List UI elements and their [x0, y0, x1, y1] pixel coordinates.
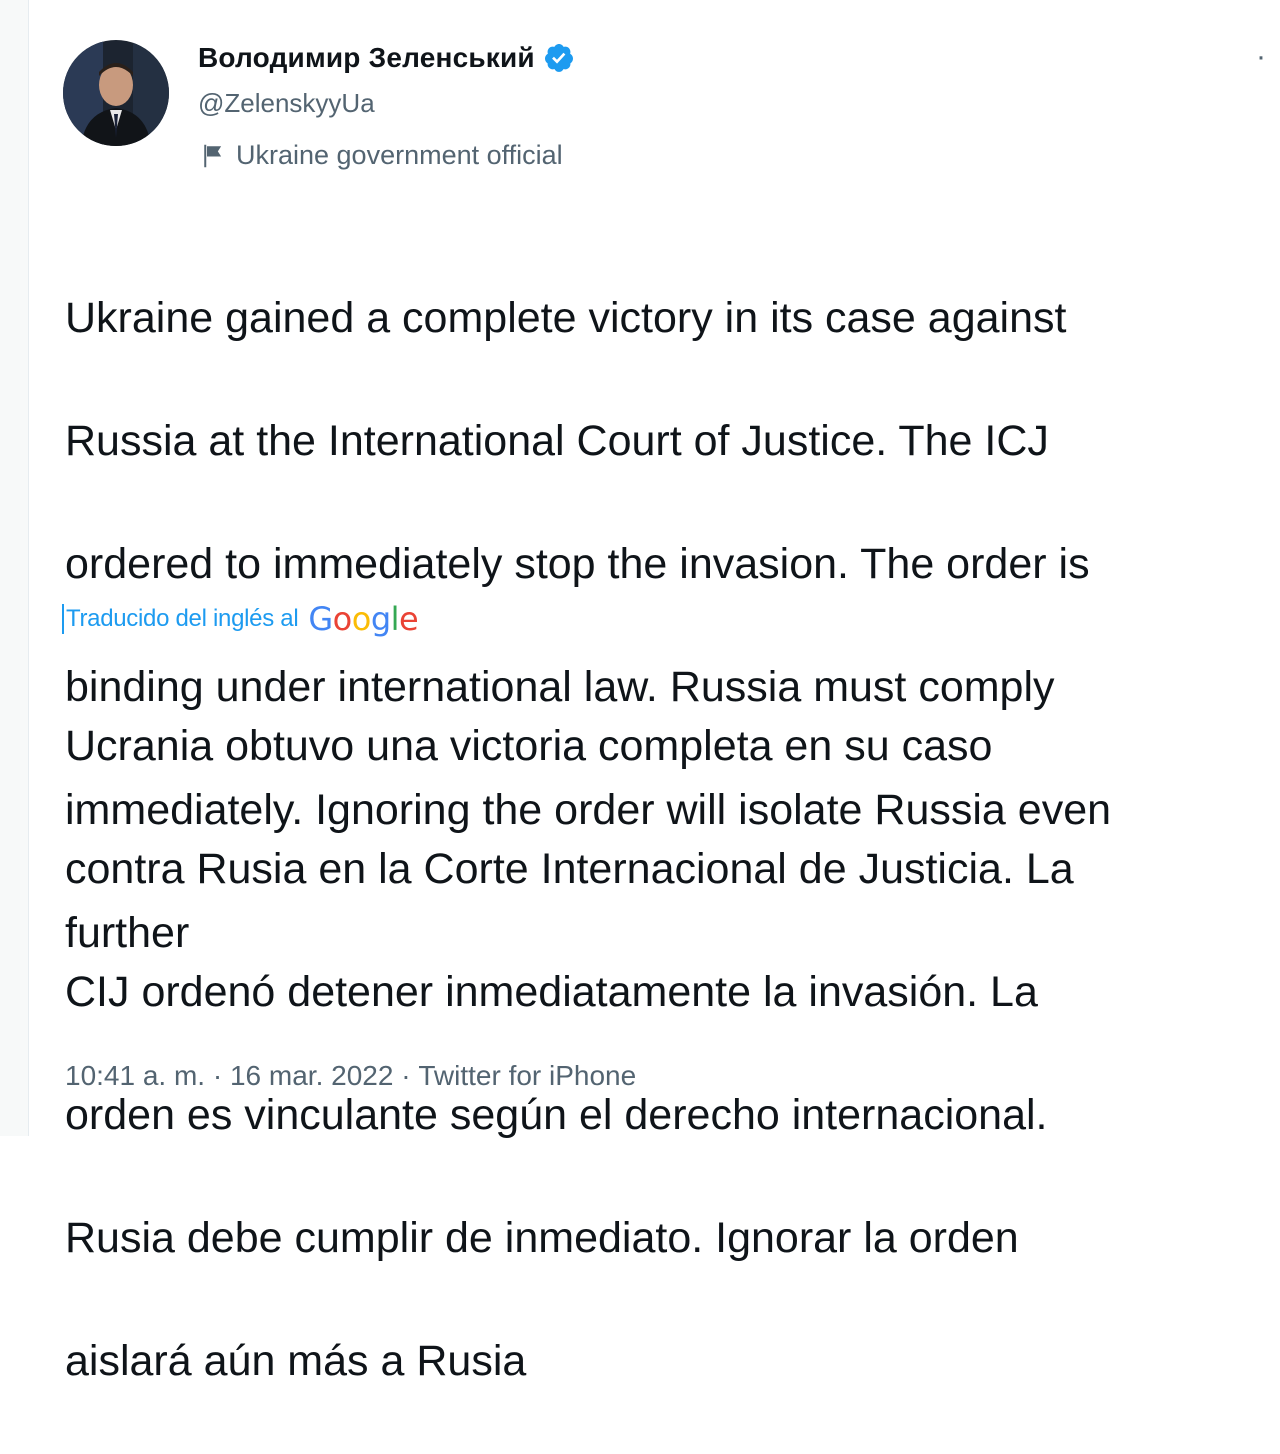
avatar-image [63, 40, 169, 146]
translated-text-line: Ucrania obtuvo una victoria completa en … [65, 721, 993, 770]
flag-icon [198, 141, 228, 171]
translated-text-line: CIJ ordenó detener inmediatamente la inv… [65, 967, 1038, 1016]
page-background: Володимир Зеленський @ZelenskyyUa Ukrain… [0, 0, 1280, 1385]
government-label-text: Ukraine government official [236, 140, 563, 170]
author-avatar[interactable] [63, 40, 169, 146]
meta-separator: · [205, 1060, 230, 1091]
government-label: Ukraine government official [198, 140, 563, 171]
text-cursor [62, 604, 64, 634]
translated-text-line: aislará aún más a Rusia [65, 1336, 527, 1385]
translated-text-line: orden es vinculante según el derecho int… [65, 1090, 1048, 1139]
tweet-text-line: Russia at the International Court of Jus… [65, 416, 1049, 465]
author-name-text: Володимир Зеленський [198, 42, 535, 73]
tweet-text-line: Ukraine gained a complete victory in its… [65, 293, 1067, 342]
tweet-text-line: ordered to immediately stop the invasion… [65, 539, 1090, 588]
author-display-name[interactable]: Володимир Зеленський [198, 42, 575, 74]
tweet-time[interactable]: 10:41 a. m. [65, 1060, 205, 1092]
verified-badge-icon [543, 42, 575, 74]
tweet-meta: 10:41 a. m. · 16 mar. 2022 · Twitter for… [65, 1060, 636, 1092]
translated-text: Ucrania obtuvo una victoria completa en … [65, 654, 1280, 1454]
translated-text-line: Rusia debe cumplir de inmediato. Ignorar… [65, 1213, 1019, 1262]
translated-by-link[interactable]: Traducido del inglés al Google [62, 600, 419, 638]
meta-separator: · [393, 1060, 419, 1091]
tweet-source[interactable]: Twitter for iPhone [418, 1060, 636, 1092]
google-logo: Google [308, 600, 419, 638]
more-options-icon[interactable]: · [1256, 40, 1266, 74]
translated-by-label: Traducido del inglés al [66, 605, 299, 632]
author-handle[interactable]: @ZelenskyyUa [198, 88, 375, 119]
tweet-date[interactable]: 16 mar. 2022 [230, 1060, 393, 1092]
translated-text-line: contra Rusia en la Corte Internacional d… [65, 844, 1074, 893]
